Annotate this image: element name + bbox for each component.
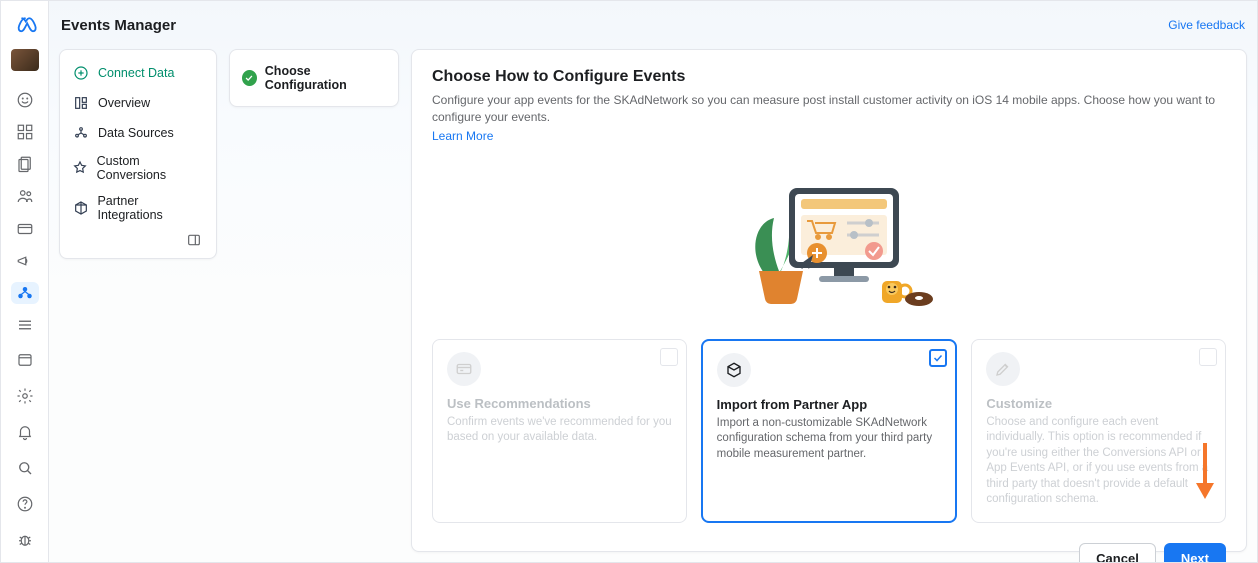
sidebar-item-partner-integrations[interactable]: Partner Integrations [66, 188, 210, 228]
settings-icon[interactable] [11, 382, 39, 410]
custom-conversions-icon [72, 159, 89, 177]
sidebar-item-label: Custom Conversions [97, 154, 204, 182]
page-title: Events Manager [61, 17, 176, 34]
sidebar-item-custom-conversions[interactable]: Custom Conversions [66, 148, 210, 188]
sidebar-item-label: Partner Integrations [97, 194, 204, 222]
documents-icon[interactable] [11, 153, 39, 175]
content-description: Configure your app events for the SKAdNe… [432, 92, 1226, 126]
give-feedback-link[interactable]: Give feedback [1168, 18, 1245, 32]
option-desc: Confirm events we've recommended for you… [447, 415, 672, 446]
partner-integrations-icon [72, 199, 89, 217]
checkbox-blank-icon [660, 348, 678, 366]
events-manager-sidebar: Connect Data Overview Data Sources Custo… [59, 49, 217, 259]
configuration-options: Use Recommendations Confirm events we've… [432, 339, 1226, 523]
content-panel: Choose How to Configure Events Configure… [411, 49, 1247, 552]
plus-circle-icon [72, 64, 90, 82]
credit-card-icon[interactable] [11, 218, 39, 240]
account-avatar[interactable] [11, 49, 39, 71]
option-use-recommendations: Use Recommendations Confirm events we've… [432, 339, 687, 523]
sidebar-item-connect-data[interactable]: Connect Data [66, 58, 210, 88]
data-sources-icon [72, 124, 90, 142]
checkbox-blank-icon [1199, 348, 1217, 366]
learn-more-link[interactable]: Learn More [432, 129, 1226, 143]
footer-actions: Cancel Next [432, 543, 1226, 562]
people-icon[interactable] [11, 185, 39, 207]
collapse-sidebar-icon[interactable] [186, 232, 204, 250]
menu-icon[interactable] [11, 314, 39, 336]
option-title: Import from Partner App [717, 397, 942, 412]
window-icon[interactable] [11, 346, 39, 374]
sidebar-item-label: Data Sources [98, 126, 174, 140]
option-import-partner-app[interactable]: Import from Partner App Import a non-cus… [701, 339, 958, 523]
option-title: Customize [986, 396, 1211, 411]
option-title: Use Recommendations [447, 396, 672, 411]
grid-icon[interactable] [11, 121, 39, 143]
topbar: Events Manager Give feedback [49, 1, 1257, 41]
overview-icon [72, 94, 90, 112]
bell-icon[interactable] [11, 418, 39, 446]
sidebar-item-data-sources[interactable]: Data Sources [66, 118, 210, 148]
events-manager-nav-icon[interactable] [11, 282, 39, 304]
smile-icon[interactable] [11, 89, 39, 111]
search-icon[interactable] [11, 454, 39, 482]
option-desc: Import a non-customizable SKAdNetwork co… [717, 416, 942, 463]
checkbox-checked-icon [929, 349, 947, 367]
partner-app-icon [717, 353, 751, 387]
step-label: Choose Configuration [265, 64, 386, 92]
customize-icon [986, 352, 1020, 386]
sidebar-item-overview[interactable]: Overview [66, 88, 210, 118]
check-circle-icon [242, 70, 257, 86]
meta-logo-icon[interactable] [11, 11, 39, 37]
next-button[interactable]: Next [1164, 543, 1226, 562]
recommendations-icon [447, 352, 481, 386]
global-nav-rail [1, 1, 49, 562]
cancel-button[interactable]: Cancel [1079, 543, 1156, 562]
content-heading: Choose How to Configure Events [432, 68, 1226, 86]
option-desc: Choose and configure each event individu… [986, 415, 1211, 508]
sidebar-item-label: Overview [98, 96, 150, 110]
step-choose-configuration: Choose Configuration [242, 64, 386, 92]
illustration [432, 143, 1226, 339]
megaphone-icon[interactable] [11, 250, 39, 272]
help-icon[interactable] [11, 490, 39, 518]
bug-icon[interactable] [11, 526, 39, 554]
sidebar-item-label: Connect Data [98, 66, 174, 80]
setup-steps-panel: Choose Configuration [229, 49, 399, 107]
option-customize: Customize Choose and configure each even… [971, 339, 1226, 523]
